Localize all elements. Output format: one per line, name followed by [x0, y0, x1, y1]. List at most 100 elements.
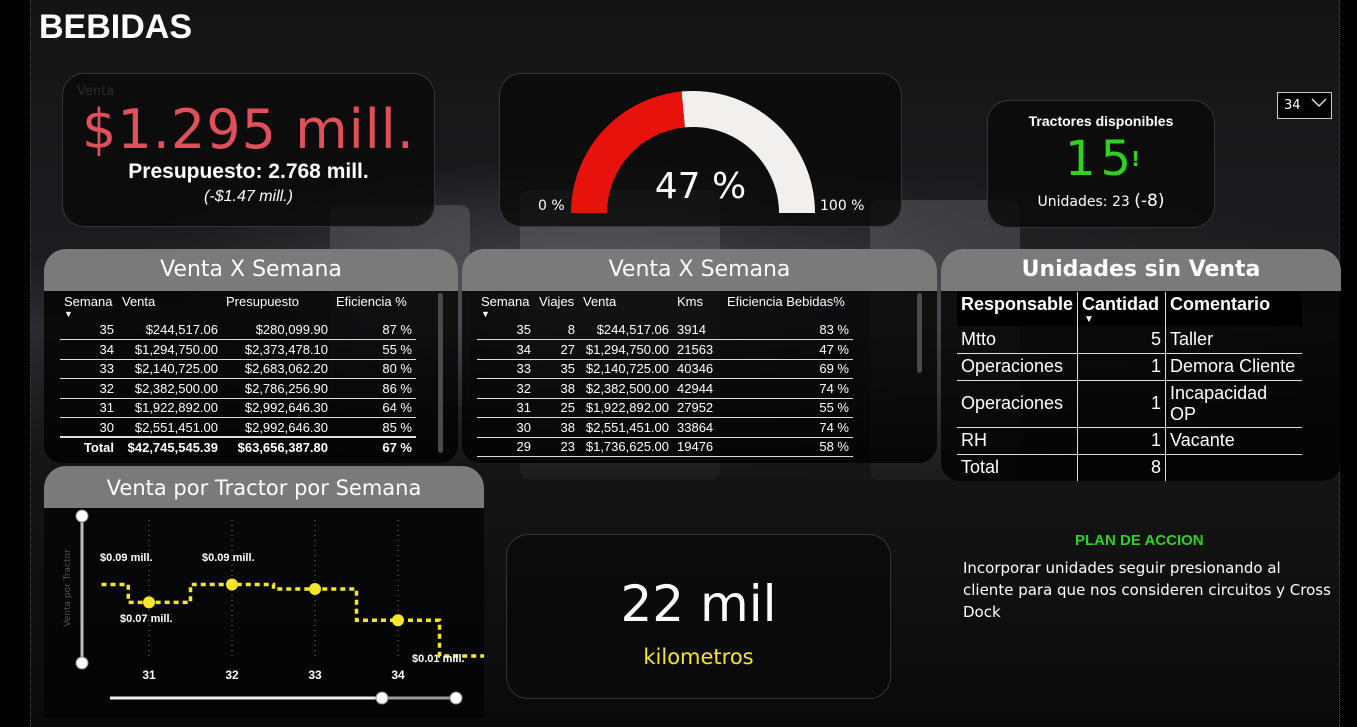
venta-semana-2-table: Semana ▼ Viajes Venta Kms Eficiencia Bebi… [477, 294, 853, 457]
x-tick-label: 34 [391, 668, 405, 682]
table-row[interactable]: 30 $2,551,451.00 $2,992,646.30 85 % [60, 417, 416, 438]
unidades-sin-venta-header: Unidades sin Venta [941, 249, 1341, 291]
column-header-venta[interactable]: Venta [579, 294, 673, 320]
eficiencia-cell: 80 % [332, 359, 416, 379]
kms-cell: 3914 [673, 320, 723, 340]
venta-cell: $1,294,750.00 [579, 339, 673, 360]
table-row[interactable]: 31 $1,922,892.00 $2,992,646.30 64 % [60, 398, 416, 418]
units-delta: (-8) [1134, 191, 1165, 211]
efficiency-gauge-card[interactable]: 47 % 0 % 100 % [499, 73, 902, 227]
y-range-slider-handle[interactable] [75, 656, 89, 670]
table-row[interactable]: 29 23 $1,736,625.00 19476 58 % [477, 437, 853, 457]
eficiencia-cell: 74 % [723, 378, 853, 399]
table-row[interactable]: 35 $244,517.06 $280,099.90 87 % [60, 320, 416, 340]
total-cantidad-cell: 8 [1077, 454, 1167, 481]
total-comentario-cell [1166, 454, 1302, 481]
viajes-cell: 23 [535, 437, 579, 457]
presupuesto-cell: $2,786,256.90 [222, 378, 332, 399]
units-prefix: Unidades: [1037, 194, 1112, 210]
x-tick-label: 31 [142, 668, 156, 682]
responsable-cell: Operaciones [957, 353, 1079, 381]
venta-cell: $2,140,725.00 [579, 359, 673, 379]
data-point [226, 578, 238, 591]
venta-kpi-card[interactable]: Venta $1.295 mill. Presupuesto: 2.768 mi… [62, 73, 435, 227]
scrollbar[interactable] [917, 293, 922, 373]
kms-cell: 33864 [673, 417, 723, 438]
column-header-viajes[interactable]: Viajes [535, 294, 579, 320]
table-row[interactable]: 32 38 $2,382,500.00 42944 74 % [477, 378, 853, 399]
page-title: BEBIDAS [39, 8, 193, 46]
x-tick-label: 32 [225, 668, 239, 682]
total-venta-cell: $42,745,545.39 [118, 436, 222, 457]
table-row[interactable]: Operaciones 1 Demora Cliente [957, 353, 1302, 381]
kms-cell: 40346 [673, 359, 723, 379]
kms-cell: 42944 [673, 378, 723, 399]
table-row[interactable]: 32 $2,382,500.00 $2,786,256.90 86 % [60, 378, 416, 399]
chevron-down-icon[interactable] [1310, 96, 1328, 114]
week-dropdown[interactable]: 34 [1277, 92, 1332, 119]
viajes-cell: 35 [535, 359, 579, 379]
venta-cell: $2,551,451.00 [118, 417, 222, 438]
tractor-chart[interactable]: Venta por Tractor 31 32 33 34 $0.09 mill. $0.0… [44, 508, 484, 718]
column-header-kms[interactable]: Kms [673, 294, 723, 320]
cantidad-cell: 1 [1077, 427, 1167, 455]
venta-cell: $1,294,750.00 [118, 339, 222, 360]
cantidad-cell: 1 [1077, 380, 1167, 428]
data-point [309, 582, 321, 595]
table-row[interactable]: Mtto 5 Taller [957, 326, 1302, 354]
kms-cell: 19476 [673, 437, 723, 457]
table-row[interactable]: 34 27 $1,294,750.00 21563 47 % [477, 339, 853, 360]
venta-cell: $1,922,892.00 [579, 398, 673, 418]
y-range-slider-handle[interactable] [75, 509, 89, 523]
eficiencia-cell: 83 % [723, 320, 853, 340]
column-header-semana[interactable]: Semana ▼ [60, 294, 118, 320]
plan-text: Incorporar unidades seguir presionando a… [963, 559, 1331, 621]
data-label: $0.09 mill. [202, 552, 255, 564]
table-row[interactable]: 33 $2,140,725.00 $2,683,062.20 80 % [60, 359, 416, 379]
data-label: $0.07 mill. [120, 613, 173, 625]
column-header-presupuesto[interactable]: Presupuesto [222, 294, 332, 320]
scrollbar[interactable] [438, 293, 443, 453]
viajes-cell: 25 [535, 398, 579, 418]
total-eficiencia-cell: 67 % [332, 436, 416, 457]
kilometros-card[interactable]: 22 mil kilometros [506, 534, 891, 699]
table-row[interactable]: 31 25 $1,922,892.00 27952 55 % [477, 398, 853, 418]
column-header-comentario[interactable]: Comentario [1165, 292, 1302, 326]
column-header-eficiencia[interactable]: Eficiencia % [332, 294, 416, 320]
comentario-cell: Incapacidad OP [1165, 380, 1302, 428]
table-row[interactable]: 30 38 $2,551,451.00 33864 74 % [477, 417, 853, 438]
presupuesto-cell: $280,099.90 [222, 320, 332, 340]
venta-cell: $2,382,500.00 [118, 378, 222, 399]
semana-cell: 30 [60, 417, 118, 438]
total-presupuesto-cell: $63,656,387.80 [222, 436, 332, 457]
x-range-slider-handle[interactable] [375, 691, 389, 705]
column-header-cantidad[interactable]: Cantidad ▼ [1077, 292, 1167, 326]
column-header-venta[interactable]: Venta [118, 294, 222, 320]
venta-cell: $2,140,725.00 [118, 359, 222, 379]
venta-semana-2-header: Venta X Semana [462, 249, 937, 291]
gauge-max-label: 100 % [820, 198, 865, 214]
eficiencia-cell: 86 % [332, 378, 416, 399]
x-range-slider-handle[interactable] [449, 691, 463, 705]
column-header-semana[interactable]: Semana ▼ [477, 294, 535, 320]
semana-cell: 34 [477, 339, 535, 360]
budget-value: Presupuesto: 2.768 mill. [128, 160, 369, 183]
tractores-card[interactable]: Tractores disponibles 15 ! Unidades: 23 … [987, 100, 1215, 228]
sort-down-icon: ▼ [1084, 314, 1094, 325]
table-row[interactable]: 35 8 $244,517.06 3914 83 % [477, 320, 853, 340]
presupuesto-cell: $2,992,646.30 [222, 398, 332, 418]
table-row[interactable]: Operaciones 1 Incapacidad OP [957, 380, 1302, 428]
left-frame [0, 0, 31, 727]
table-row[interactable]: 34 $1,294,750.00 $2,373,478.10 55 % [60, 339, 416, 360]
table-row[interactable]: 33 35 $2,140,725.00 40346 69 % [477, 359, 853, 379]
column-header-eficiencia-bebidas[interactable]: Eficiencia Bebidas% [723, 294, 853, 320]
venta-cell: $2,551,451.00 [579, 417, 673, 438]
venta-cell: $1,736,625.00 [579, 437, 673, 457]
semana-cell: 33 [477, 359, 535, 379]
semana-cell: 32 [477, 378, 535, 399]
responsable-cell: RH [957, 427, 1079, 455]
eficiencia-cell: 55 % [332, 339, 416, 360]
table-row[interactable]: RH 1 Vacante [957, 427, 1302, 455]
venta-cell: $2,382,500.00 [579, 378, 673, 399]
column-header-responsable[interactable]: Responsable [957, 292, 1079, 326]
